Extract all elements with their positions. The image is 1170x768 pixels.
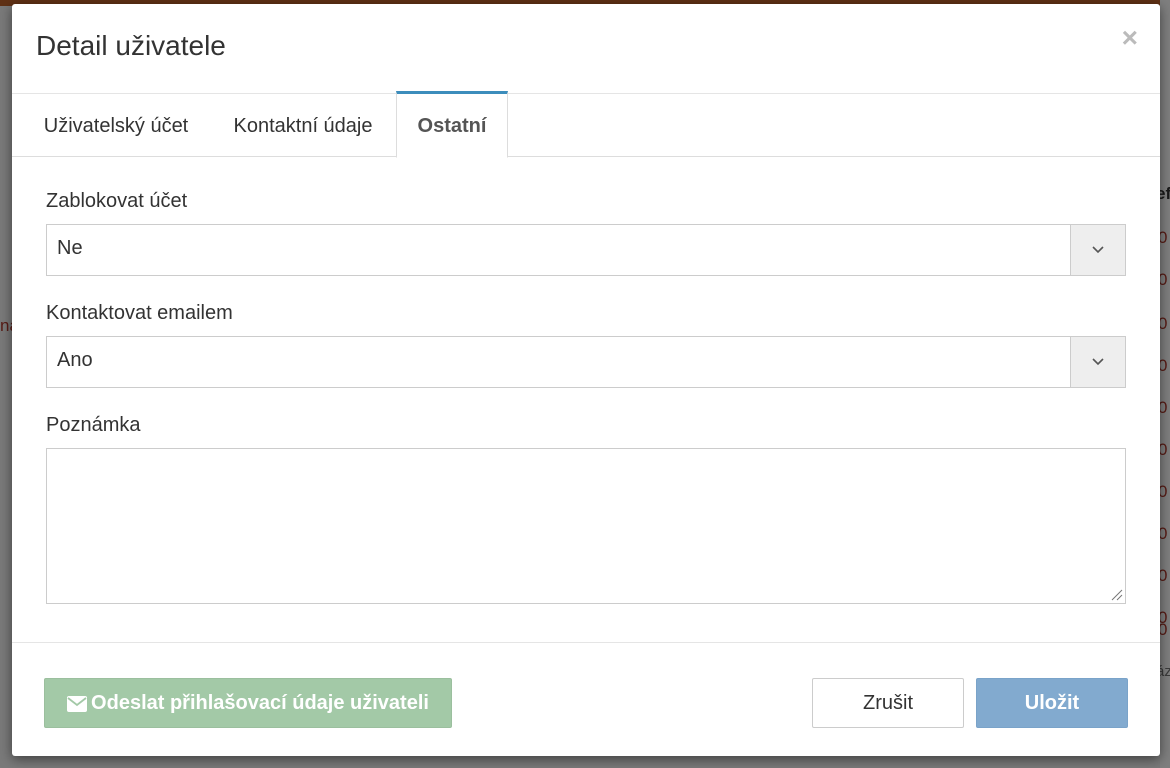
tab-contact-info[interactable]: Kontaktní údaje [218, 91, 388, 157]
note-textarea[interactable] [46, 448, 1126, 604]
user-detail-modal: Detail uživatele × Uživatelský účet Kont… [12, 4, 1160, 756]
tab-other[interactable]: Ostatní [396, 91, 508, 158]
note-label: Poznámka [46, 414, 141, 436]
tab-bar: Uživatelský účet Kontaktní údaje Ostatní [12, 91, 1160, 158]
block-account-select[interactable]: Ne [46, 224, 1126, 276]
cancel-button[interactable]: Zrušit [812, 678, 964, 728]
modal-title: Detail uživatele [36, 30, 226, 61]
block-account-value: Ne [57, 237, 83, 259]
contact-email-select[interactable]: Ano [46, 336, 1126, 388]
envelope-icon [67, 696, 88, 712]
contact-email-value: Ano [57, 349, 93, 371]
send-credentials-label: Odeslat přihlašovací údaje uživateli [91, 692, 429, 714]
close-icon[interactable]: × [1122, 24, 1138, 52]
modal-footer: Odeslat přihlašovací údaje uživateli Zru… [12, 642, 1160, 756]
resize-handle-icon[interactable] [1109, 587, 1123, 601]
block-account-label: Zablokovat účet [46, 190, 188, 212]
send-credentials-button[interactable]: Odeslat přihlašovací údaje uživateli [44, 678, 452, 728]
chevron-down-icon[interactable] [1070, 224, 1126, 276]
chevron-down-icon[interactable] [1070, 336, 1126, 388]
save-button[interactable]: Uložit [976, 678, 1128, 728]
contact-email-label: Kontaktovat emailem [46, 302, 233, 324]
tab-user-account[interactable]: Uživatelský účet [30, 91, 202, 157]
modal-header: Detail uživatele × [12, 4, 1160, 94]
